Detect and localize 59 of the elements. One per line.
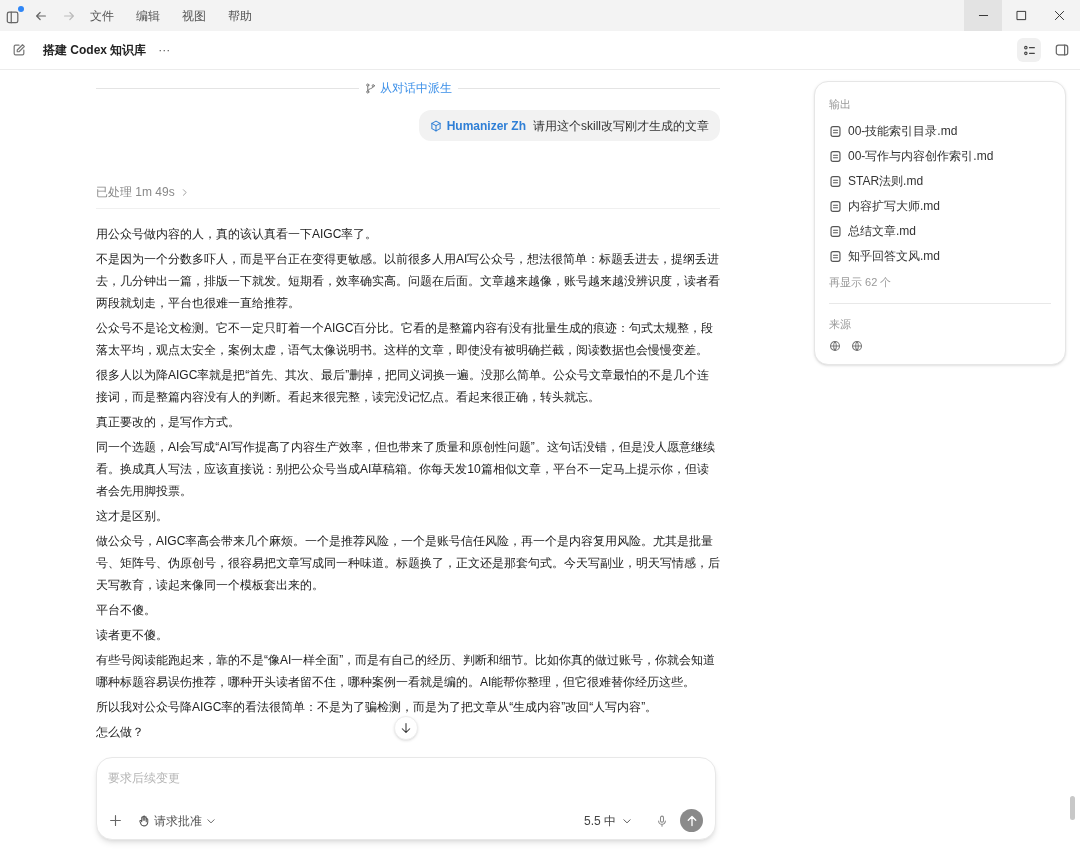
file-link[interactable]: 00-技能索引目录.md — [848, 122, 958, 140]
branch-label: 从对话中派生 — [379, 80, 452, 97]
file-link[interactable]: STAR法则.md — [848, 172, 924, 190]
paragraph: 同一个选题，AI会写成“AI写作提高了内容生产效率，但也带来了质量和原创性问题”。这句话没错，但是没人愿意继续看。换成真人写法，应该直接说：别把公众号当成AI草稿箱。你每天发10篇相似文章，平台不一定马上提示你，但读者会先用脚投票。 — [96, 439, 716, 500]
message-input[interactable]: 要求后续变更 — [108, 768, 704, 788]
paragraph: 真正要改的，是写作方式。 — [96, 414, 240, 431]
paragraph: 读者更不傻。 — [96, 627, 168, 644]
paragraph: 这才是区别。 — [96, 508, 168, 525]
more-button[interactable]: ··· — [158, 41, 171, 59]
scroll-down-button[interactable] — [394, 716, 418, 740]
file-link[interactable]: 总结文章.md — [848, 222, 916, 240]
conversation-title: 搭建 Codex 知识库 — [43, 42, 147, 59]
scrollbar-thumb[interactable] — [1070, 796, 1075, 820]
section-heading: 来源 — [829, 316, 852, 332]
menu-item[interactable]: 视图 — [182, 6, 206, 25]
user-message-text: 请用这个skill改写刚才生成的文章 — [533, 117, 709, 135]
file-link[interactable]: 00-写作与内容创作索引.md — [848, 147, 994, 165]
document-icon — [829, 149, 842, 163]
close-icon — [1053, 10, 1065, 21]
approval-dropdown[interactable]: 请求批准 — [138, 811, 216, 830]
globe-icon[interactable] — [829, 340, 841, 352]
document-icon — [829, 224, 842, 238]
sidebar-toggle-icon[interactable] — [6, 7, 22, 24]
send-button[interactable] — [680, 809, 703, 832]
globe-icon[interactable] — [851, 340, 863, 352]
arrow-down-icon — [400, 722, 412, 734]
paragraph: 平台不傻。 — [96, 602, 156, 619]
menu-item[interactable]: 帮助 — [228, 6, 252, 25]
paragraph: 公众号不是论文检测。它不一定只盯着一个AIGC百分比。它看的是整篇内容有没有批量生成的痕迹：句式太规整，段落太平均，观点太安全，案例太虚，语气太像说明书。这样的文章，即使没有被明确拦截，阅读数据也会慢慢变差。 — [96, 320, 715, 359]
document-icon — [829, 174, 842, 188]
plus-icon[interactable] — [109, 814, 122, 827]
microphone-icon[interactable] — [656, 814, 668, 827]
document-icon — [829, 249, 842, 263]
file-link[interactable]: 内容扩写大师.md — [848, 197, 940, 215]
file-link[interactable]: 知乎回答文风.md — [848, 247, 940, 265]
menu-item[interactable]: 文件 — [90, 6, 114, 25]
arrow-up-icon — [685, 814, 698, 827]
hand-icon — [138, 814, 150, 827]
new-chat-icon[interactable] — [12, 43, 26, 57]
document-icon — [829, 199, 842, 213]
paragraph: 怎么做？ — [96, 724, 144, 741]
paragraph: 做公众号，AIGC率高会带来几个麻烦。一个是推荐风险，一个是账号信任风险，再一个是内容复用风险。尤其是批量号、矩阵号、伪原创号，很容易把文章写成同一种味道。标题换了，正文还是那套句式。今天写副业，明天写情感，后天写教育，读起来像同一个模板套出来的。 — [96, 533, 720, 594]
maximize-icon — [1015, 10, 1027, 21]
cube-icon — [429, 119, 442, 132]
branch-icon — [364, 82, 376, 94]
paragraph: 很多人以为降AIGC率就是把“首先、其次、最后”删掉，把同义词换一遍。没那么简单。公众号文章最怕的不是几个连接词，而是整篇内容没有人的判断。看起来很完整，读完没记忆点。看起来很正确，转头就忘。 — [96, 367, 711, 406]
menu-item[interactable]: 编辑 — [136, 6, 160, 25]
section-heading: 输出 — [829, 97, 852, 112]
paragraph: 所以我对公众号降AIGC率的看法很简单：不是为了骗检测，而是为了把文章从“生成内容”改回“人写内容”。 — [96, 699, 658, 716]
document-icon — [829, 124, 842, 138]
tasks-toggle-button[interactable] — [1017, 38, 1041, 62]
model-dropdown[interactable]: 5.5 中 — [584, 811, 632, 830]
paragraph: 用公众号做内容的人，真的该认真看一下AIGC率了。 — [96, 226, 378, 243]
list-icon — [1022, 43, 1036, 57]
skill-mention[interactable]: Humanizer Zh — [446, 116, 526, 135]
processed-toggle[interactable]: 已处理 1m 49s — [96, 183, 189, 201]
paragraph: 有些号阅读能跑起来，靠的不是“像AI一样全面”，而是有自己的经历、判断和细节。比如你真的做过账号，你就会知道哪种标题容易误伤推荐，哪种开头读者留不住，哪种案例一看就是编的。AI能帮你整理，但它很难替你经历这些。 — [96, 652, 717, 691]
side-panel-icon[interactable] — [1055, 43, 1069, 57]
paragraph: 不是因为一个分数多吓人，而是平台正在变得更敏感。以前很多人用AI写公众号，想法很简单：标题丢进去，提纲丢进去，几分钟出一篇，排版一下就发。短期看，效率确实高。问题在后面。文章越来越像，账号越来越没辨识度，读者看两段就划走，平台也很难一直给推荐。 — [96, 251, 720, 312]
